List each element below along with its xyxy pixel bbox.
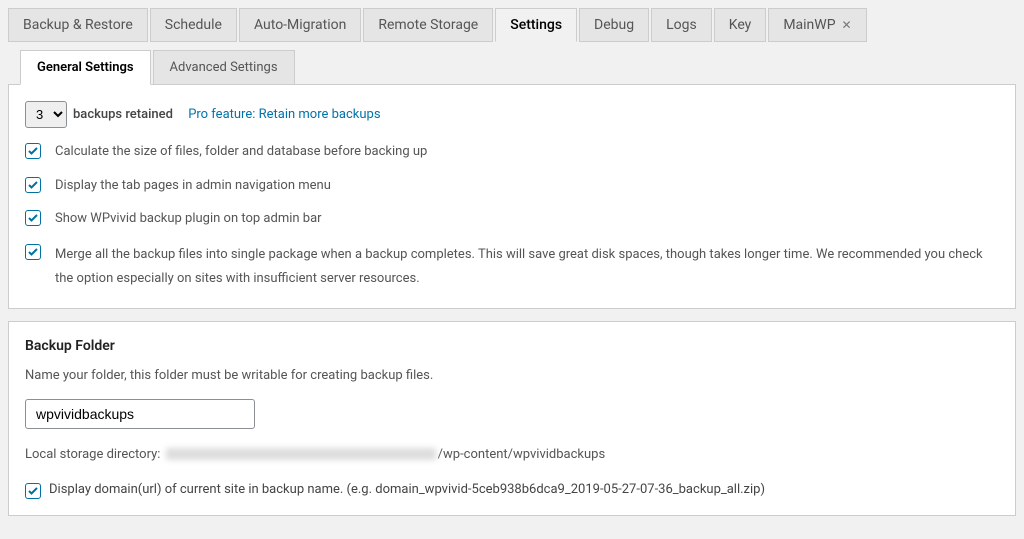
sub-tab-general[interactable]: General Settings: [20, 50, 151, 85]
top-tabs: Backup & Restore Schedule Auto-Migration…: [8, 8, 1016, 42]
backup-folder-panel: Backup Folder Name your folder, this fol…: [8, 321, 1016, 516]
show-topbar-label: Show WPvivid backup plugin on top admin …: [55, 209, 322, 229]
backup-folder-heading: Backup Folder: [25, 338, 999, 354]
tab-backup-restore[interactable]: Backup & Restore: [8, 8, 148, 42]
backups-retained-label: backups retained: [73, 105, 173, 125]
sub-tab-advanced[interactable]: Advanced Settings: [153, 50, 295, 84]
storage-directory-line: Local storage directory: /wp-content/wpv…: [25, 447, 999, 462]
tab-settings[interactable]: Settings: [495, 8, 577, 42]
check-icon: [27, 179, 39, 191]
tab-schedule[interactable]: Schedule: [150, 8, 237, 42]
check-icon: [27, 485, 39, 497]
backup-folder-desc: Name your folder, this folder must be wr…: [25, 368, 999, 383]
tab-debug[interactable]: Debug: [579, 8, 649, 42]
check-icon: [27, 145, 39, 157]
storage-directory-label: Local storage directory:: [25, 447, 160, 462]
merge-files-checkbox[interactable]: [25, 244, 41, 260]
blurred-path: [166, 448, 436, 460]
general-settings-panel: 3 backups retained Pro feature: Retain m…: [8, 84, 1016, 309]
sub-tabs: General Settings Advanced Settings: [20, 50, 1016, 84]
calc-size-label: Calculate the size of files, folder and …: [55, 142, 427, 162]
tab-key[interactable]: Key: [714, 8, 767, 42]
pro-feature-link[interactable]: Pro feature: Retain more backups: [188, 105, 380, 125]
backup-folder-input[interactable]: [25, 399, 255, 429]
merge-files-label: Merge all the backup files into single p…: [55, 243, 999, 292]
display-tabs-checkbox[interactable]: [25, 177, 41, 193]
tab-logs[interactable]: Logs: [651, 8, 712, 42]
close-icon[interactable]: ✕: [842, 18, 852, 32]
display-domain-checkbox[interactable]: [25, 483, 41, 499]
display-tabs-label: Display the tab pages in admin navigatio…: [55, 176, 331, 196]
calc-size-checkbox[interactable]: [25, 143, 41, 159]
show-topbar-checkbox[interactable]: [25, 210, 41, 226]
check-icon: [27, 212, 39, 224]
check-icon: [27, 246, 39, 258]
backups-retained-select[interactable]: 3: [25, 101, 67, 128]
tab-auto-migration[interactable]: Auto-Migration: [239, 8, 361, 42]
tab-remote-storage[interactable]: Remote Storage: [363, 8, 493, 42]
display-domain-label: Display domain(url) of current site in b…: [49, 482, 765, 497]
tab-mainwp[interactable]: MainWP ✕: [768, 8, 866, 42]
storage-directory-path: /wp-content/wpvividbackups: [438, 447, 606, 462]
